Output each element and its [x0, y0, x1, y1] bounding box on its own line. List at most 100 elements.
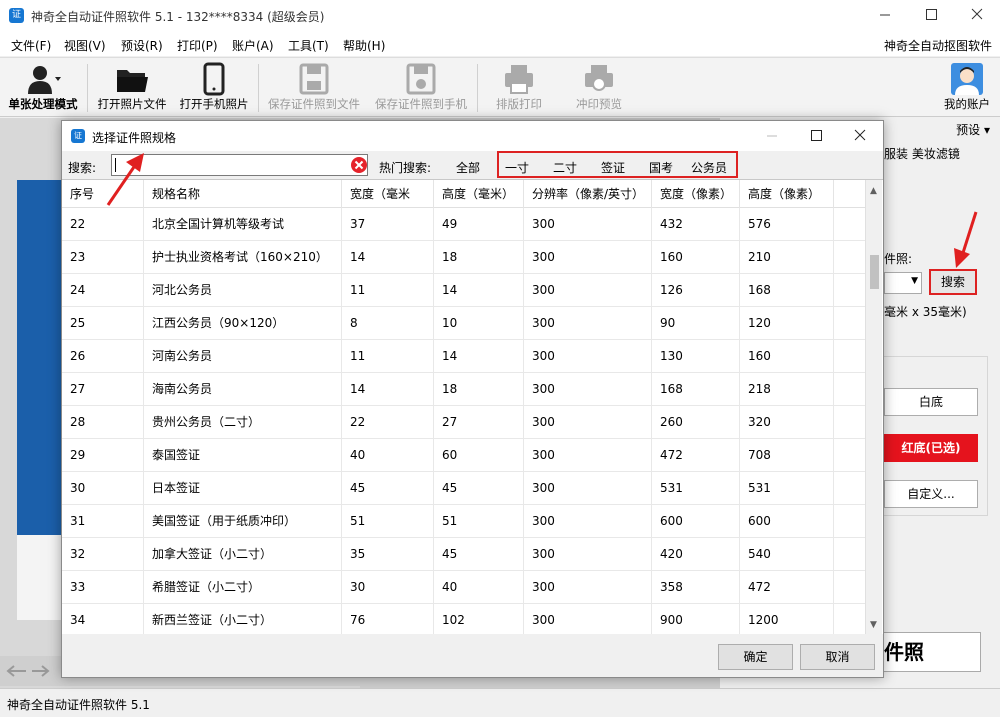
table-row[interactable]: 29 泰国签证 40 60 300 472 708 [62, 439, 865, 472]
hot-search-national-exam[interactable]: 国考 [649, 159, 673, 176]
table-row[interactable]: 23 护士执业资格考试（160×210） 14 18 300 160 210 [62, 241, 865, 274]
col-header-height-mm[interactable]: 高度（毫米） [434, 180, 524, 208]
clear-search-button[interactable] [350, 156, 368, 174]
open-phone-button[interactable]: 打开手机照片 [176, 62, 252, 116]
make-photo-button[interactable]: 件照 [877, 632, 981, 672]
cell-width-px: 432 [652, 208, 740, 241]
cell-no: 30 [62, 472, 144, 505]
cell-height-mm: 49 [434, 208, 524, 241]
cell-no: 29 [62, 439, 144, 472]
my-account-button[interactable]: 我的账户 [936, 62, 998, 116]
cell-width-mm: 45 [342, 472, 434, 505]
ok-button[interactable]: 确定 [718, 644, 793, 670]
col-header-name[interactable]: 规格名称 [144, 180, 342, 208]
col-header-width-px[interactable]: 宽度（像素） [652, 180, 740, 208]
dialog-close-button[interactable] [838, 121, 882, 151]
photo-shirt [17, 535, 62, 620]
hot-search-civil-servant[interactable]: 公务员 [691, 159, 727, 176]
menu-bar: 文件(F) 视图(V) 预设(R) 打印(P) 账户(A) 工具(T) 帮助(H… [0, 32, 1000, 56]
menu-view[interactable]: 视图(V) [64, 37, 106, 54]
menu-help[interactable]: 帮助(H) [343, 37, 385, 54]
hot-search-one-inch[interactable]: 一寸 [505, 159, 529, 176]
table-row[interactable]: 34 新西兰签证（小二寸） 76 102 300 900 1200 [62, 604, 865, 634]
preset-dropdown[interactable]: 预设 ▾ [956, 121, 990, 138]
cell-width-mm: 51 [342, 505, 434, 538]
save-phone-button[interactable]: 保存证件照到手机 [369, 62, 473, 116]
spec-select[interactable]: ▼ [884, 272, 922, 294]
table-row[interactable]: 24 河北公务员 11 14 300 126 168 [62, 274, 865, 307]
red-background-button[interactable]: 红底(已选) [884, 434, 978, 462]
cell-width-px: 168 [652, 373, 740, 406]
layout-print-label: 排版打印 [496, 97, 542, 111]
close-button[interactable] [954, 0, 1000, 30]
menu-file[interactable]: 文件(F) [11, 37, 51, 54]
save-file-button[interactable]: 保存证件照到文件 [262, 62, 366, 116]
table-row[interactable]: 22 北京全国计算机等级考试 37 49 300 432 576 [62, 208, 865, 241]
cell-height-mm: 18 [434, 373, 524, 406]
cell-dpi: 300 [524, 505, 652, 538]
cell-dpi: 300 [524, 538, 652, 571]
open-file-label: 打开照片文件 [97, 97, 167, 111]
single-mode-label: 单张处理模式 [8, 97, 78, 111]
custom-background-button[interactable]: 自定义... [884, 480, 978, 508]
open-file-button[interactable]: 打开照片文件 [94, 62, 170, 116]
cancel-button[interactable]: 取消 [800, 644, 875, 670]
col-header-height-px[interactable]: 高度（像素） [740, 180, 834, 208]
menu-tools[interactable]: 工具(T) [288, 37, 329, 54]
table-row[interactable]: 32 加拿大签证（小二寸） 35 45 300 420 540 [62, 538, 865, 571]
cell-name: 日本签证 [144, 472, 342, 505]
menu-account[interactable]: 账户(A) [232, 37, 274, 54]
cell-dpi: 300 [524, 274, 652, 307]
print-preview-button[interactable]: 冲印预览 [564, 62, 634, 116]
scroll-down-icon[interactable]: ▼ [870, 620, 877, 630]
hot-search-two-inch[interactable]: 二寸 [553, 159, 577, 176]
save-disk-icon [299, 63, 329, 95]
hot-search-visa[interactable]: 签证 [601, 159, 625, 176]
user-icon [28, 66, 61, 94]
cell-height-px: 320 [740, 406, 834, 439]
cell-width-px: 472 [652, 439, 740, 472]
layout-print-button[interactable]: 排版打印 [484, 62, 554, 116]
table-row[interactable]: 27 海南公务员 14 18 300 168 218 [62, 373, 865, 406]
cell-dpi: 300 [524, 472, 652, 505]
cell-name: 河南公务员 [144, 340, 342, 373]
close-icon [854, 129, 866, 141]
spec-search-button[interactable]: 搜索 [929, 269, 977, 295]
dialog-maximize-button[interactable] [794, 121, 838, 151]
cell-no: 27 [62, 373, 144, 406]
cell-name: 加拿大签证（小二寸） [144, 538, 342, 571]
cell-height-px: 708 [740, 439, 834, 472]
dialog-minimize-button[interactable] [750, 121, 794, 151]
minimize-button[interactable] [862, 0, 908, 30]
cell-width-px: 90 [652, 307, 740, 340]
menu-print[interactable]: 打印(P) [177, 37, 218, 54]
dialog-title: 选择证件照规格 [92, 131, 177, 145]
style-tabs[interactable]: 服装 美妆滤镜 [884, 145, 960, 162]
col-header-width-mm[interactable]: 宽度（毫米 [342, 180, 434, 208]
cell-width-px: 130 [652, 340, 740, 373]
save-phone-label: 保存证件照到手机 [375, 97, 467, 111]
scroll-up-icon[interactable]: ▲ [870, 186, 877, 196]
dialog-app-icon: 证 [71, 129, 85, 143]
cell-width-mm: 11 [342, 340, 434, 373]
maximize-button[interactable] [908, 0, 954, 30]
cell-dpi: 300 [524, 340, 652, 373]
col-header-dpi[interactable]: 分辨率（像素/英寸） [524, 180, 652, 208]
table-row[interactable]: 28 贵州公务员（二寸） 22 27 300 260 320 [62, 406, 865, 439]
table-row[interactable]: 33 希腊签证（小二寸） 30 40 300 358 472 [62, 571, 865, 604]
table-row[interactable]: 26 河南公务员 11 14 300 130 160 [62, 340, 865, 373]
table-row[interactable]: 31 美国签证（用于纸质冲印） 51 51 300 600 600 [62, 505, 865, 538]
hot-search-all[interactable]: 全部 [456, 159, 480, 176]
menu-preset[interactable]: 预设(R) [121, 37, 163, 54]
single-mode-button[interactable]: 单张处理模式 [4, 62, 82, 116]
cell-height-px: 168 [740, 274, 834, 307]
white-background-button[interactable]: 白底 [884, 388, 978, 416]
window-title: 神奇全自动证件照软件 5.1 - 132****8334 (超级会员) [31, 10, 325, 24]
cell-dpi: 300 [524, 571, 652, 604]
cutout-software-link[interactable]: 神奇全自动抠图软件 [884, 37, 992, 54]
close-icon [971, 8, 983, 20]
scroll-thumb[interactable] [870, 255, 879, 289]
vertical-scrollbar[interactable]: ▲ ▼ [865, 180, 882, 634]
table-row[interactable]: 30 日本签证 45 45 300 531 531 [62, 472, 865, 505]
table-row[interactable]: 25 江西公务员（90×120） 8 10 300 90 120 [62, 307, 865, 340]
